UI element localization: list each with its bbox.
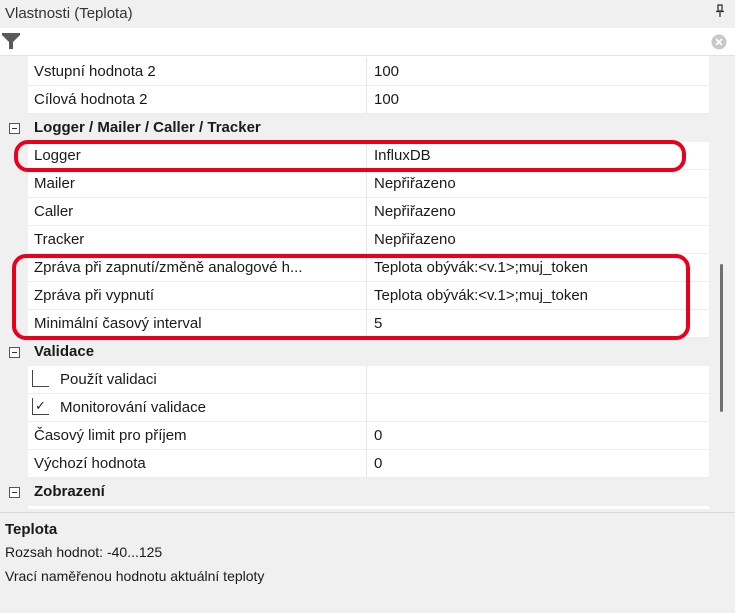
prop-name: Výchozí hodnota [34, 455, 146, 472]
prop-name: Monitorování validace [60, 399, 206, 416]
scrollbar-thumb[interactable] [720, 264, 723, 412]
filter-input[interactable] [26, 30, 700, 53]
prop-value[interactable]: Nepřiřazeno [374, 170, 456, 198]
clear-icon[interactable] [711, 34, 727, 54]
prop-row-vychozi-hodnota[interactable]: Výchozí hodnota 0 [0, 450, 709, 478]
collapse-icon[interactable] [9, 347, 20, 358]
prop-row-logger[interactable]: Logger InfluxDB [0, 142, 709, 170]
prop-name: Logger [34, 147, 81, 164]
panel-title: Vlastnosti (Teplota) [5, 5, 133, 22]
prop-name: Použít validaci [60, 371, 157, 388]
prop-value[interactable]: 100 [374, 58, 399, 86]
prop-name: Zpráva při vypnutí [34, 287, 155, 304]
pin-icon[interactable] [715, 4, 725, 21]
description-pane: Teplota Rozsah hodnot: -40...125 Vrací n… [0, 512, 735, 613]
category-validace[interactable]: Validace [0, 338, 709, 366]
prop-name: Časový limit pro příjem [34, 427, 187, 444]
prop-row-tracker[interactable]: Tracker Nepřiřazeno [0, 226, 709, 254]
collapse-icon[interactable] [9, 487, 20, 498]
prop-name: Zpráva při zapnutí/změně analogové h... [34, 259, 303, 276]
property-grid: Vstupní hodnota 2 100 Cílová hodnota 2 1… [0, 56, 709, 509]
prop-name: Tracker [34, 231, 85, 248]
prop-row-cilova-hodnota-2[interactable]: Cílová hodnota 2 100 [0, 86, 709, 114]
prop-value[interactable]: 5 [374, 310, 382, 338]
description-title: Teplota [5, 521, 58, 538]
filter-icon[interactable] [1, 31, 21, 55]
prop-row-caller[interactable]: Caller Nepřiřazeno [0, 198, 709, 226]
properties-panel: Vlastnosti (Teplota) Vstupní hodnota 2 1… [0, 0, 735, 613]
collapse-icon[interactable] [9, 123, 20, 134]
prop-row-mailer[interactable]: Mailer Nepřiřazeno [0, 170, 709, 198]
prop-row-casovy-limit[interactable]: Časový limit pro příjem 0 [0, 422, 709, 450]
checkmark-icon: ✓ [35, 398, 46, 413]
prop-value[interactable]: Teplota obývák:<v.1>;muj_token [374, 282, 588, 310]
prop-value[interactable]: 100 [374, 86, 399, 114]
prop-value[interactable]: 0 [374, 450, 382, 478]
prop-name: Mailer [34, 175, 75, 192]
prop-name: Cílová hodnota 2 [34, 91, 148, 108]
category-label: Validace [34, 343, 95, 360]
description-range: Rozsah hodnot: -40...125 [5, 544, 163, 560]
prop-value[interactable]: Teplota obývák:<v.1>;muj_token [374, 254, 588, 282]
category-zobrazeni[interactable]: Zobrazení [0, 478, 709, 506]
prop-name: Caller [34, 203, 74, 220]
prop-row-monitorovani-validace[interactable]: ✓ Monitorování validace [0, 394, 709, 422]
prop-value[interactable]: Nepřiřazeno [374, 226, 456, 254]
category-label: Zobrazení [34, 483, 105, 500]
category-label: Logger / Mailer / Caller / Tracker [34, 119, 261, 136]
checkbox-pouzit-validaci[interactable] [32, 370, 49, 387]
filter-bar [0, 28, 735, 56]
prop-value[interactable]: 0 [374, 422, 382, 450]
prop-row-vstupni-hodnota-2[interactable]: Vstupní hodnota 2 100 [0, 58, 709, 86]
prop-value[interactable]: Nepřiřazeno [374, 198, 456, 226]
prop-name: Vstupní hodnota 2 [34, 63, 156, 80]
prop-value[interactable]: InfluxDB [374, 142, 431, 170]
prop-row-zprava-pri-zapnuti[interactable]: Zpráva při zapnutí/změně analogové h... … [0, 254, 709, 282]
prop-name: Minimální časový interval [34, 315, 202, 332]
category-logger-mailer-caller-tracker[interactable]: Logger / Mailer / Caller / Tracker [0, 114, 709, 142]
description-text: Vrací naměřenou hodnotu aktuální teploty [5, 568, 265, 584]
prop-row-pouzit-validaci[interactable]: Použít validaci [0, 366, 709, 394]
panel-titlebar: Vlastnosti (Teplota) [0, 0, 735, 28]
prop-row-minimalni-casovy-interval[interactable]: Minimální časový interval 5 [0, 310, 709, 338]
vertical-scrollbar[interactable] [709, 56, 735, 509]
prop-row-zprava-pri-vypnuti[interactable]: Zpráva při vypnutí Teplota obývák:<v.1>;… [0, 282, 709, 310]
checkbox-monitorovani-validace[interactable]: ✓ [32, 398, 49, 415]
